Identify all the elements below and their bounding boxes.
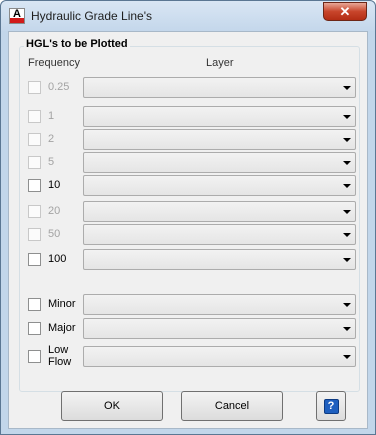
frequency-label: 0.25 bbox=[48, 81, 70, 93]
frequency-label: 10 bbox=[48, 179, 61, 191]
frequency-label: 20 bbox=[48, 205, 61, 217]
help-button[interactable]: ? bbox=[316, 391, 346, 421]
layer-dropdown[interactable] bbox=[83, 224, 356, 245]
hgl-row: 0.25 bbox=[9, 77, 369, 99]
hgl-row: Low Flow bbox=[9, 344, 369, 368]
frequency-label: 50 bbox=[48, 228, 61, 240]
chevron-down-icon bbox=[343, 355, 351, 359]
hgl-row: 20 bbox=[9, 201, 369, 223]
frequency-checkbox bbox=[28, 133, 41, 146]
frequency-checkbox[interactable] bbox=[28, 179, 41, 192]
layer-dropdown[interactable] bbox=[83, 346, 356, 367]
frequency-checkbox[interactable] bbox=[28, 322, 41, 335]
layer-dropdown[interactable] bbox=[83, 175, 356, 196]
layer-dropdown[interactable] bbox=[83, 294, 356, 315]
hgl-row: 5 bbox=[9, 152, 369, 174]
hgl-row: Major bbox=[9, 318, 369, 340]
layer-dropdown[interactable] bbox=[83, 129, 356, 150]
layer-dropdown[interactable] bbox=[83, 152, 356, 173]
hgl-row: 1 bbox=[9, 106, 369, 128]
chevron-down-icon bbox=[343, 327, 351, 331]
chevron-down-icon bbox=[343, 303, 351, 307]
chevron-down-icon bbox=[343, 233, 351, 237]
title-bar[interactable]: A Hydraulic Grade Line's ✕ bbox=[1, 1, 375, 31]
chevron-down-icon bbox=[343, 258, 351, 262]
help-icon: ? bbox=[323, 399, 339, 414]
frequency-label: 100 bbox=[48, 253, 67, 265]
layer-dropdown[interactable] bbox=[83, 77, 356, 98]
close-button[interactable]: ✕ bbox=[323, 2, 367, 21]
layer-dropdown[interactable] bbox=[83, 201, 356, 222]
frequency-checkbox bbox=[28, 205, 41, 218]
chevron-down-icon bbox=[343, 138, 351, 142]
cancel-button[interactable]: Cancel bbox=[181, 391, 283, 421]
frequency-checkbox bbox=[28, 156, 41, 169]
close-icon: ✕ bbox=[339, 4, 351, 19]
frequency-checkbox bbox=[28, 228, 41, 241]
chevron-down-icon bbox=[343, 86, 351, 90]
app-icon-band bbox=[10, 18, 24, 23]
cancel-button-label: Cancel bbox=[214, 400, 250, 412]
frequency-label: Minor bbox=[48, 298, 76, 310]
frequency-checkbox[interactable] bbox=[28, 298, 41, 311]
frequency-label: 1 bbox=[48, 110, 55, 122]
chevron-down-icon bbox=[343, 115, 351, 119]
layer-dropdown[interactable] bbox=[83, 249, 356, 270]
groupbox-title: HGL's to be Plotted bbox=[24, 38, 130, 50]
app-icon[interactable]: A bbox=[9, 8, 25, 24]
dialog-window: A Hydraulic Grade Line's ✕ HGL's to be P… bbox=[0, 0, 376, 435]
window-title: Hydraulic Grade Line's bbox=[31, 9, 153, 23]
hgl-row: 2 bbox=[9, 129, 369, 151]
frequency-checkbox bbox=[28, 81, 41, 94]
chevron-down-icon bbox=[343, 161, 351, 165]
frequency-checkbox[interactable] bbox=[28, 350, 41, 363]
ok-button-label: OK bbox=[104, 400, 120, 412]
ok-button[interactable]: OK bbox=[61, 391, 163, 421]
chevron-down-icon bbox=[343, 184, 351, 188]
frequency-label: Major bbox=[48, 322, 76, 334]
hgl-row: 10 bbox=[9, 175, 369, 197]
hgl-row: Minor bbox=[9, 294, 369, 316]
frequency-label: 5 bbox=[48, 156, 55, 168]
frequency-checkbox bbox=[28, 110, 41, 123]
hgl-row: 50 bbox=[9, 224, 369, 246]
chevron-down-icon bbox=[343, 210, 351, 214]
hgl-row: 100 bbox=[9, 249, 369, 271]
frequency-label: 2 bbox=[48, 133, 55, 145]
layer-column-header: Layer bbox=[206, 57, 234, 69]
dialog-client-area: HGL's to be Plotted Frequency Layer 0.25… bbox=[8, 31, 368, 429]
frequency-checkbox[interactable] bbox=[28, 253, 41, 266]
frequency-label: Low Flow bbox=[48, 344, 72, 368]
layer-dropdown[interactable] bbox=[83, 106, 356, 127]
layer-dropdown[interactable] bbox=[83, 318, 356, 339]
frequency-column-header: Frequency bbox=[28, 57, 80, 69]
